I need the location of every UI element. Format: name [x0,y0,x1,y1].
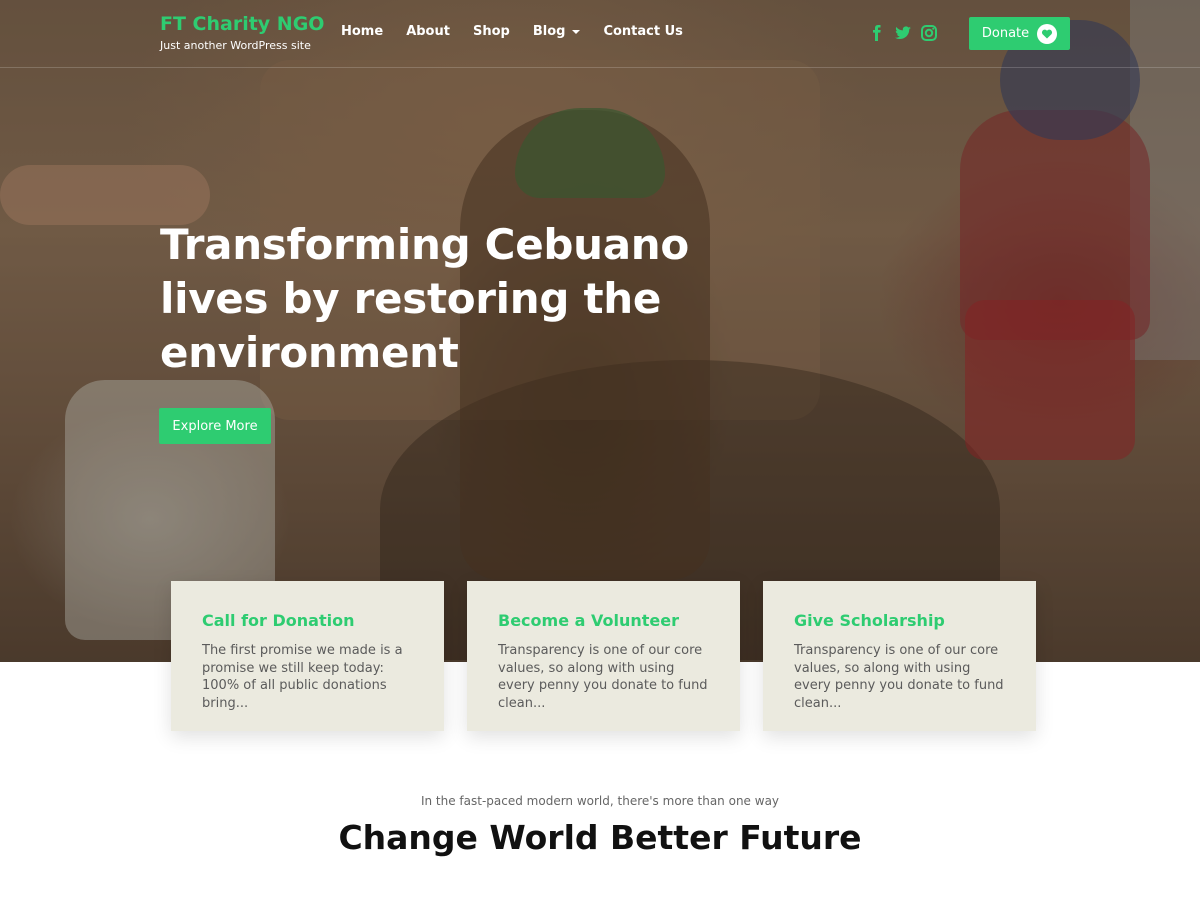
heart-icon [1037,23,1058,44]
donate-label: Donate [981,26,1030,41]
hero-photo-legs [965,300,1135,460]
nav-item-label: Shop [472,24,510,39]
nav-item-shop[interactable]: Shop [473,24,510,39]
social-links [868,24,938,42]
site-tagline: Just another WordPress site [160,39,311,52]
nav-item-label: Home [341,24,384,39]
section-subtitle: In the fast-paced modern world, there's … [420,794,780,808]
card-call-for-donation[interactable]: Call for Donation The first promise we m… [171,581,444,731]
card-text: The first promise we made is a promise w… [202,643,403,711]
twitter-icon[interactable] [894,24,912,42]
instagram-icon[interactable] [920,24,938,42]
nav-item-label: About [406,24,450,39]
section-title: Change World Better Future [338,818,862,857]
explore-more-button[interactable]: Explore More [159,408,271,444]
nav-item-contact[interactable]: Contact Us [603,24,682,39]
card-text: Transparency is one of our core values, … [794,643,1004,711]
card-give-scholarship[interactable]: Give Scholarship Transparency is one of … [763,581,1036,731]
hero-title: Transforming Cebuano lives by restoring … [160,220,689,377]
nav-item-blog[interactable]: Blog [533,24,581,39]
donate-button[interactable]: Donate [969,17,1070,50]
main-nav: Home About Shop Blog Contact Us [341,24,706,39]
nav-item-home[interactable]: Home [341,24,383,39]
hero-photo-child [960,110,1150,340]
facebook-icon[interactable] [868,24,886,42]
nav-item-about[interactable]: About [406,24,450,39]
hero-photo-hand [0,165,210,225]
nav-item-label: Contact Us [603,24,683,39]
hero-photo-scarf [515,108,665,198]
card-become-volunteer[interactable]: Become a Volunteer Transparency is one o… [467,581,740,731]
card-text: Transparency is one of our core values, … [498,643,708,711]
chevron-down-icon [572,29,581,34]
nav-item-label: Blog [532,24,566,39]
card-title: Become a Volunteer [498,611,679,630]
site-header: FT Charity NGO Just another WordPress si… [0,0,1200,68]
card-title: Call for Donation [202,611,355,630]
site-title[interactable]: FT Charity NGO [160,13,324,35]
card-title: Give Scholarship [794,611,945,630]
